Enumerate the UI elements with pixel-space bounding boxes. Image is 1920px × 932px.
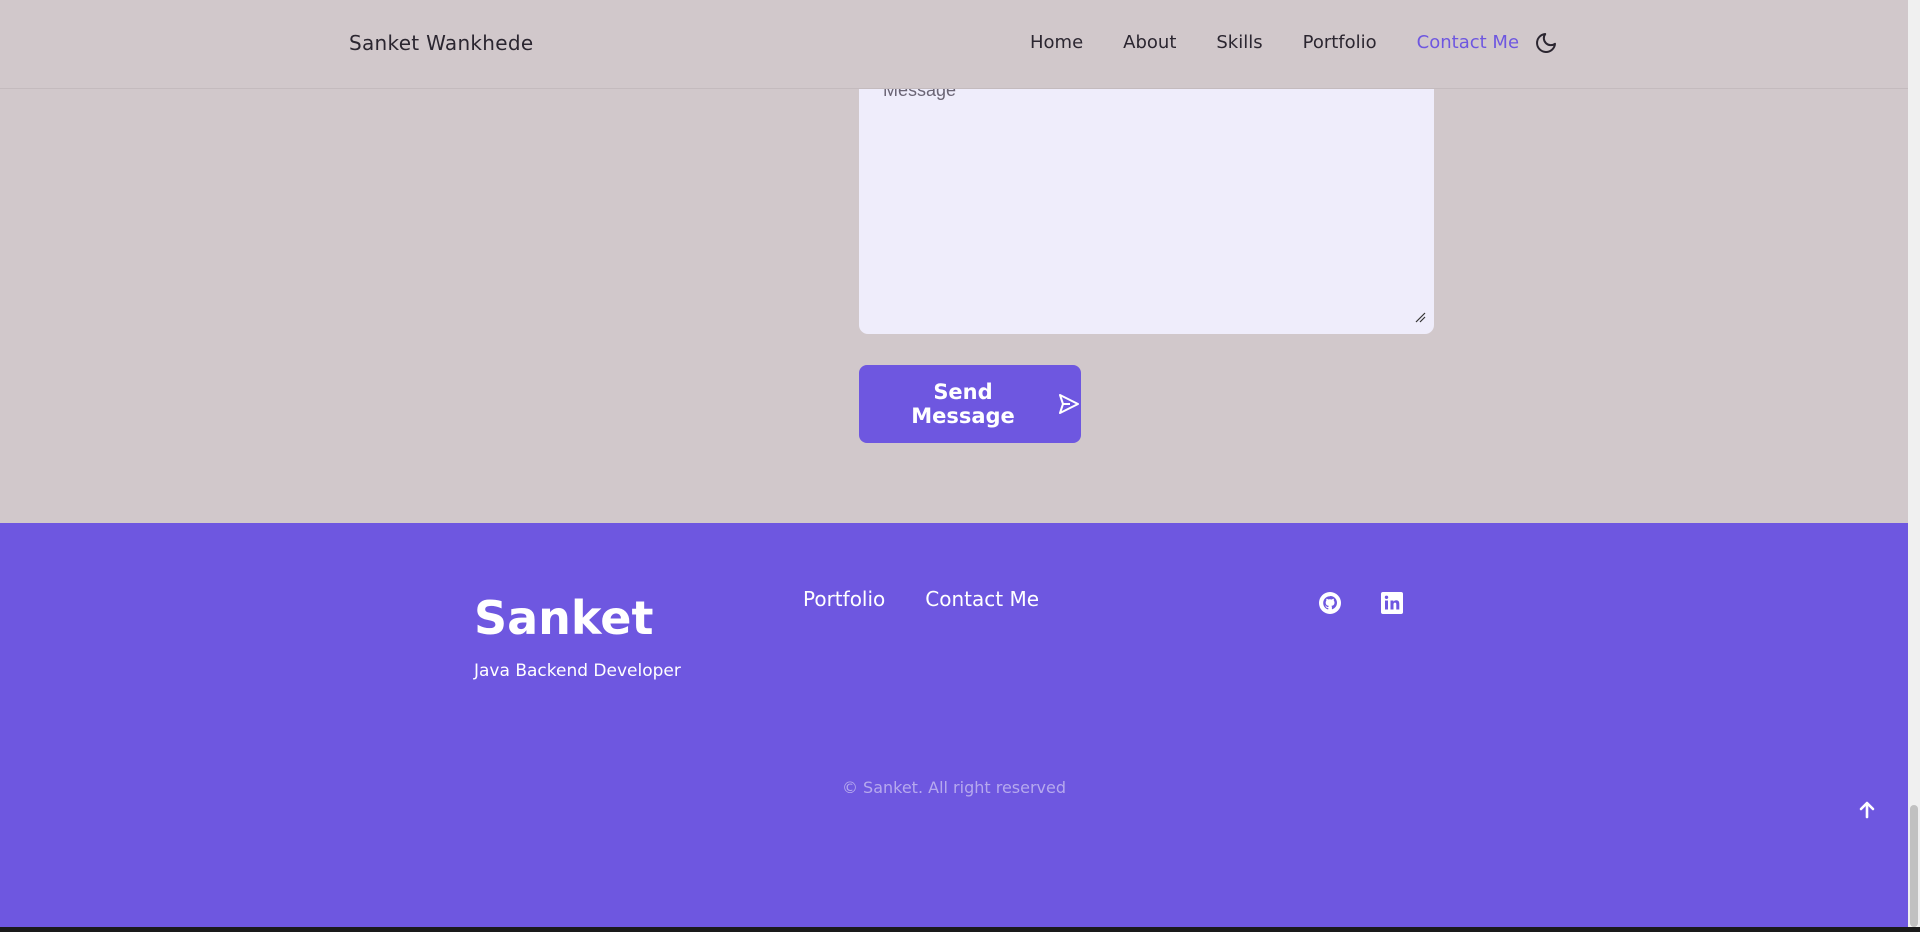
site-header: Sanket Wankhede Home About Skills Portfo… [0, 0, 1908, 89]
resize-grip-icon[interactable] [1414, 308, 1426, 323]
nav-about[interactable]: About [1123, 32, 1176, 53]
nav-portfolio[interactable]: Portfolio [1303, 32, 1377, 53]
nav-skills[interactable]: Skills [1216, 32, 1262, 53]
footer-links: Portfolio Contact Me [803, 587, 1079, 611]
site-footer: Sanket Java Backend Developer Portfolio … [0, 523, 1908, 927]
footer-social [1318, 591, 1404, 615]
arrow-up-icon[interactable] [1855, 798, 1879, 822]
send-message-label: Send Message [911, 380, 1015, 428]
footer-link-contact[interactable]: Contact Me [925, 587, 1039, 611]
linkedin-icon[interactable] [1380, 591, 1404, 615]
page: Sanket Wankhede Home About Skills Portfo… [0, 0, 1908, 927]
nav-contact[interactable]: Contact Me [1417, 32, 1519, 53]
nav-home[interactable]: Home [1030, 32, 1083, 53]
scrollbar-thumb[interactable] [1910, 805, 1918, 927]
page-scrollbar[interactable] [1908, 0, 1920, 927]
brand-logo[interactable]: Sanket Wankhede [349, 31, 534, 55]
main-nav: Home About Skills Portfolio Contact Me [1030, 32, 1559, 53]
footer-link-portfolio[interactable]: Portfolio [803, 587, 885, 611]
footer-subtitle: Java Backend Developer [474, 661, 681, 681]
message-field-wrapper [859, 60, 1434, 334]
footer-title: Sanket [474, 591, 654, 645]
window-bottom-edge [0, 927, 1920, 932]
github-icon[interactable] [1318, 591, 1342, 615]
copyright-text: © Sanket. All right reserved [841, 778, 1067, 797]
message-field[interactable] [859, 60, 1434, 334]
moon-icon[interactable] [1534, 31, 1558, 55]
send-message-button[interactable]: Send Message [859, 365, 1081, 443]
send-icon [1057, 392, 1081, 416]
